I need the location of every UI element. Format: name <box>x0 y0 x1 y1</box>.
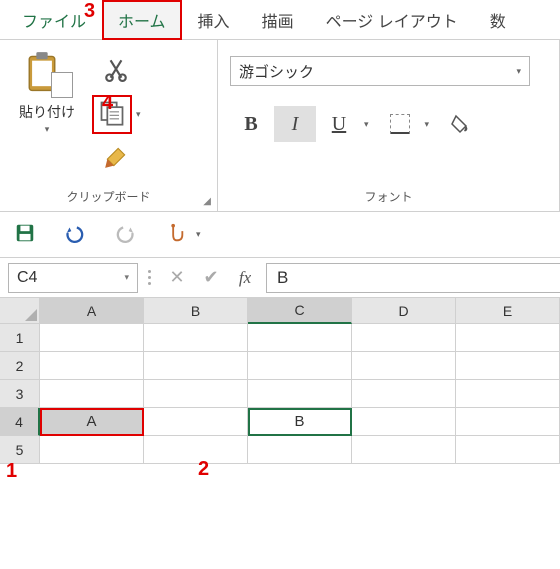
enter-formula-button[interactable]: ✔ <box>194 263 228 293</box>
cell-e2[interactable] <box>456 352 560 380</box>
tab-insert[interactable]: 挿入 <box>182 0 246 40</box>
cell-b4[interactable] <box>144 408 248 436</box>
cell-d5[interactable] <box>352 436 456 464</box>
cut-button[interactable] <box>103 56 129 85</box>
border-icon <box>390 114 410 134</box>
formula-separator <box>144 263 154 293</box>
formula-bar: C4 ▾ ✕ ✔ fx B <box>0 258 560 298</box>
cell-c1[interactable] <box>248 324 352 352</box>
quick-access-toolbar: ▾ <box>0 212 560 258</box>
worksheet-grid[interactable]: A B C D E 1 2 3 4 A B 5 <box>0 298 560 464</box>
redo-button[interactable] <box>114 222 136 247</box>
touch-mode-button[interactable] <box>164 222 186 247</box>
undo-button[interactable] <box>64 222 86 247</box>
cell-d3[interactable] <box>352 380 456 408</box>
format-painter-button[interactable] <box>103 144 129 173</box>
border-dropdown-icon[interactable]: ▾ <box>425 119 430 130</box>
cell-a2[interactable] <box>40 352 144 380</box>
cell-a1[interactable] <box>40 324 144 352</box>
cell-e1[interactable] <box>456 324 560 352</box>
bold-button[interactable]: B <box>230 106 272 142</box>
font-name-dropdown[interactable]: 游ゴシック ▾ <box>230 56 530 86</box>
col-header-d[interactable]: D <box>352 298 456 324</box>
underline-button[interactable]: U <box>318 106 360 142</box>
cell-b5[interactable] <box>144 436 248 464</box>
name-box-dropdown-icon: ▾ <box>124 272 129 283</box>
tab-formulas[interactable]: 数 <box>474 0 522 40</box>
fx-label[interactable]: fx <box>228 268 262 288</box>
paste-button[interactable]: 貼り付け ▾ <box>8 50 86 135</box>
cell-d1[interactable] <box>352 324 456 352</box>
clipboard-group-label: クリップボード <box>8 188 209 209</box>
annotation-1: 1 <box>6 460 17 483</box>
cell-d2[interactable] <box>352 352 456 380</box>
cell-c3[interactable] <box>248 380 352 408</box>
paste-dropdown-icon[interactable]: ▾ <box>45 124 50 135</box>
row-header-3[interactable]: 3 <box>0 380 40 408</box>
paste-icon <box>25 52 69 96</box>
cancel-formula-button[interactable]: ✕ <box>160 263 194 293</box>
cell-c4[interactable]: B <box>248 408 352 436</box>
annotation-3: 3 <box>84 0 95 23</box>
cell-e3[interactable] <box>456 380 560 408</box>
cell-c2[interactable] <box>248 352 352 380</box>
border-button[interactable] <box>379 106 421 142</box>
row-header-2[interactable]: 2 <box>0 352 40 380</box>
cell-e4[interactable] <box>456 408 560 436</box>
tab-draw[interactable]: 描画 <box>246 0 310 40</box>
col-header-c[interactable]: C <box>248 298 352 324</box>
col-header-e[interactable]: E <box>456 298 560 324</box>
formula-input[interactable]: B <box>266 263 560 293</box>
qat-dropdown-icon[interactable]: ▾ <box>196 229 201 240</box>
clipboard-launcher-icon[interactable]: ◢ <box>203 196 211 207</box>
select-all-corner[interactable] <box>0 298 40 324</box>
name-box[interactable]: C4 ▾ <box>8 263 138 293</box>
copy-dropdown-icon[interactable]: ▾ <box>136 109 141 120</box>
chevron-down-icon: ▾ <box>516 66 521 77</box>
row-header-4[interactable]: 4 <box>0 408 40 436</box>
group-font: 游ゴシック ▾ B I U ▾ ▾ フ <box>218 40 560 211</box>
formula-input-value: B <box>277 268 288 288</box>
cell-b1[interactable] <box>144 324 248 352</box>
fill-icon <box>450 114 470 134</box>
save-button[interactable] <box>14 222 36 247</box>
cell-a4[interactable]: A <box>40 408 144 436</box>
italic-button[interactable]: I <box>274 106 316 142</box>
font-group-label: フォント <box>230 188 547 209</box>
col-header-b[interactable]: B <box>144 298 248 324</box>
cell-d4[interactable] <box>352 408 456 436</box>
fill-color-button[interactable] <box>439 106 481 142</box>
group-clipboard: 貼り付け ▾ ▾ <box>0 40 218 211</box>
annotation-4: 4 <box>102 92 113 115</box>
cell-c5[interactable] <box>248 436 352 464</box>
cell-a3[interactable] <box>40 380 144 408</box>
underline-dropdown-icon[interactable]: ▾ <box>364 119 369 130</box>
tab-home[interactable]: ホーム <box>102 0 182 40</box>
col-header-a[interactable]: A <box>40 298 144 324</box>
cell-b3[interactable] <box>144 380 248 408</box>
ribbon-content: 貼り付け ▾ ▾ <box>0 40 560 212</box>
cell-a5[interactable] <box>40 436 144 464</box>
tab-page-layout[interactable]: ページ レイアウト <box>310 0 474 40</box>
cell-b2[interactable] <box>144 352 248 380</box>
name-box-value: C4 <box>17 269 37 287</box>
font-name-value: 游ゴシック <box>239 61 314 82</box>
row-header-1[interactable]: 1 <box>0 324 40 352</box>
paste-label: 貼り付け <box>19 102 75 122</box>
annotation-2: 2 <box>198 458 209 481</box>
cell-e5[interactable] <box>456 436 560 464</box>
